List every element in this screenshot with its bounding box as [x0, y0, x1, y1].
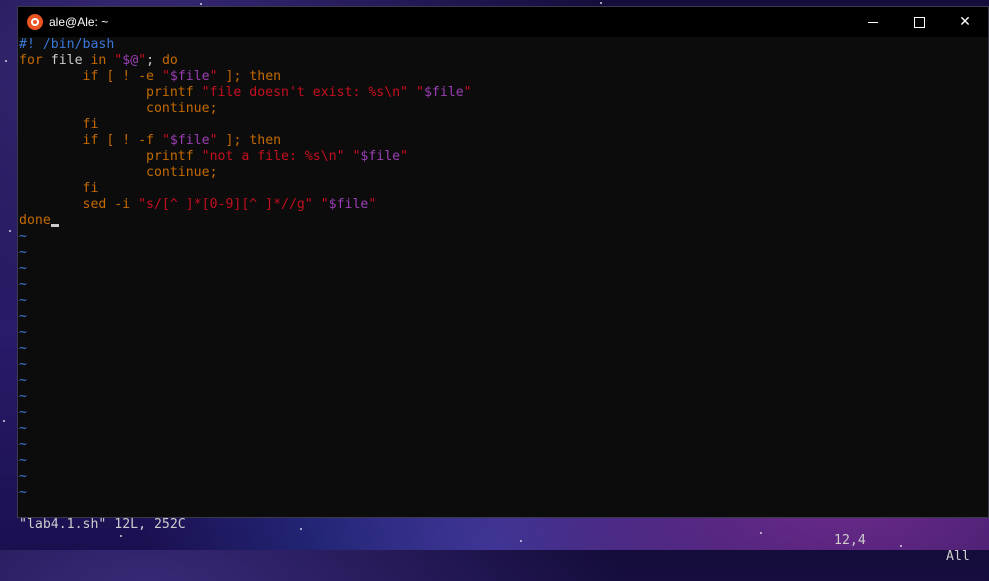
code-line: for file in "$@"; do: [18, 53, 988, 69]
code-token: ": [138, 53, 147, 68]
close-icon: ✕: [959, 14, 971, 30]
code-token: $file: [169, 69, 210, 84]
code-line: printf "not a file: %s\n" "$file": [18, 149, 988, 165]
empty-line-marker: ~: [19, 453, 27, 468]
empty-line-marker: ~: [19, 357, 27, 372]
code-token: ": [209, 69, 218, 84]
code-token: $file: [169, 133, 210, 148]
code-token: ": [368, 197, 377, 212]
maximize-icon: [913, 16, 925, 28]
minimize-icon: [868, 21, 878, 23]
status-file-info: "lab4.1.sh" 12L, 252C: [19, 517, 186, 532]
code-token: [ ! -e: [98, 69, 162, 84]
code-line: fi: [18, 181, 988, 197]
status-cursor-position: 12,4: [834, 533, 866, 548]
code-token: fi: [82, 117, 99, 132]
code-token: fi: [82, 181, 99, 196]
close-button[interactable]: ✕: [942, 7, 988, 37]
empty-line-marker: ~: [19, 437, 27, 452]
code-token: #! /bin/bash: [19, 37, 115, 52]
empty-line-marker: ~: [19, 421, 27, 436]
code-token: continue;: [146, 165, 218, 180]
code-token: ];: [217, 69, 250, 84]
empty-line-marker: ~: [19, 325, 27, 340]
minimize-button[interactable]: [850, 7, 896, 37]
ubuntu-icon: [27, 14, 43, 30]
code-token: ": [400, 149, 409, 164]
code-token: $file: [360, 149, 401, 164]
status-scroll: All: [946, 549, 970, 564]
code-line: fi: [18, 117, 988, 133]
code-token: for: [19, 53, 43, 68]
code-token: [ ! -f: [98, 133, 162, 148]
empty-line-marker: ~: [19, 341, 27, 356]
code-token: do: [161, 53, 178, 68]
code-token: printf: [146, 149, 194, 164]
code-token: "file doesn't exist: %s\n" ": [193, 85, 424, 100]
empty-line-marker: ~: [19, 485, 27, 500]
code-line: continue;: [18, 165, 988, 181]
empty-line-marker: ~: [19, 261, 27, 276]
code-token: in: [90, 53, 107, 68]
code-token: file: [42, 53, 91, 68]
code-token: ": [463, 85, 472, 100]
terminal-window: ale@Ale: ~ ✕ #! /bin/bash for file in "$@…: [17, 6, 989, 564]
code-token: $file: [328, 197, 369, 212]
code-token: $@: [122, 53, 139, 68]
code-token: sed -i: [82, 197, 139, 212]
empty-line-marker: ~: [19, 245, 27, 260]
code-line: continue;: [18, 101, 988, 117]
empty-line-marker: ~: [19, 293, 27, 308]
maximize-button[interactable]: [896, 7, 942, 37]
code-token: ": [161, 133, 170, 148]
code-token: then: [249, 133, 282, 148]
code-line: printf "file doesn't exist: %s\n" "$file…: [18, 85, 988, 101]
empty-line-marker: ~: [19, 229, 27, 244]
empty-line-marker: ~: [19, 309, 27, 324]
code-token: ": [106, 53, 123, 68]
code-token: ;: [146, 53, 162, 68]
code-token: $file: [423, 85, 464, 100]
code-token: printf: [146, 85, 194, 100]
code-line: #! /bin/bash: [18, 37, 988, 53]
text-cursor: [50, 224, 59, 227]
empty-lines: ~ ~ ~ ~ ~ ~ ~ ~ ~ ~ ~ ~ ~ ~ ~ ~ ~: [18, 229, 988, 501]
code-token: then: [249, 69, 282, 84]
empty-line-marker: ~: [19, 405, 27, 420]
empty-line-marker: ~: [19, 469, 27, 484]
code-token: "not a file: %s\n" ": [193, 149, 361, 164]
code-token: ": [161, 69, 170, 84]
empty-line-marker: ~: [19, 373, 27, 388]
status-line: "lab4.1.sh" 12L, 252C 12,4 All: [18, 501, 988, 564]
empty-line-marker: ~: [19, 277, 27, 292]
code-token: if: [82, 133, 99, 148]
empty-line-marker: ~: [19, 389, 27, 404]
title-bar[interactable]: ale@Ale: ~ ✕: [18, 7, 988, 37]
code-token: done: [19, 213, 51, 228]
code-token: "s/[^ ]*[0-9][^ ]*//g" ": [138, 197, 329, 212]
vim-editor[interactable]: #! /bin/bash for file in "$@"; do if [ ! …: [18, 37, 988, 564]
code-line: done: [18, 213, 988, 229]
code-area[interactable]: #! /bin/bash for file in "$@"; do if [ ! …: [18, 37, 988, 229]
code-token: continue;: [146, 101, 218, 116]
code-line: sed -i "s/[^ ]*[0-9][^ ]*//g" "$file": [18, 197, 988, 213]
code-line: if [ ! -e "$file" ]; then: [18, 69, 988, 85]
code-token: if: [82, 69, 99, 84]
code-token: ": [209, 133, 218, 148]
window-title: ale@Ale: ~: [49, 15, 109, 29]
code-line: if [ ! -f "$file" ]; then: [18, 133, 988, 149]
code-token: ];: [217, 133, 250, 148]
